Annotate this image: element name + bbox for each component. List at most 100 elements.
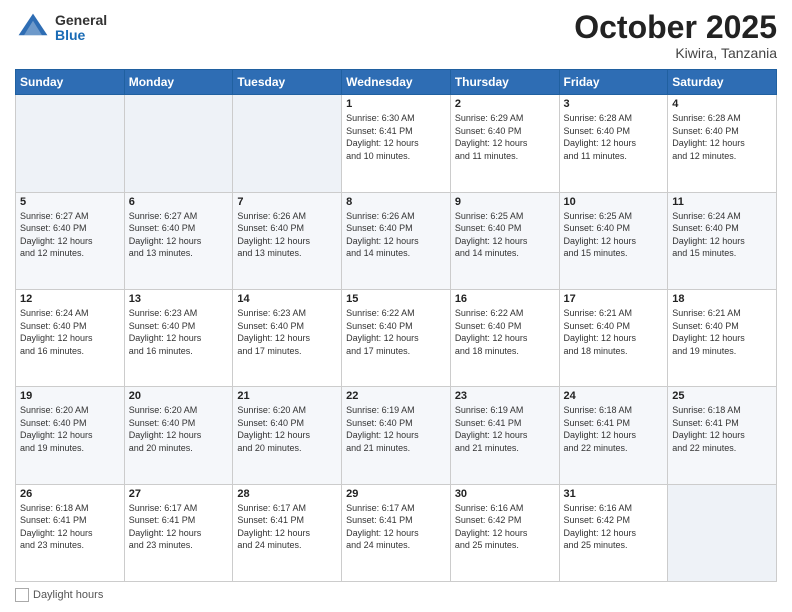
legend-box xyxy=(15,588,29,602)
day-number: 31 xyxy=(564,488,664,500)
day-number: 19 xyxy=(20,390,120,402)
month-title: October 2025 xyxy=(574,10,777,45)
day-number: 14 xyxy=(237,293,337,305)
title-area: October 2025 Kiwira, Tanzania xyxy=(574,10,777,61)
day-info: Sunrise: 6:18 AM Sunset: 6:41 PM Dayligh… xyxy=(20,502,120,552)
calendar-cell: 5Sunrise: 6:27 AM Sunset: 6:40 PM Daylig… xyxy=(16,192,125,289)
calendar-cell: 13 Sunrise: 6:23 AM Sunset: 6:40 PM Dayli… xyxy=(124,289,233,386)
day-number: 25 xyxy=(672,390,772,402)
day-info: Sunrise: 6:28 AM Sunset: 6:40 PM Dayligh… xyxy=(672,112,772,162)
day-number: 15 xyxy=(346,293,446,305)
footer-legend: Daylight hours xyxy=(15,588,103,602)
day-number: 28 xyxy=(237,488,337,500)
day-info: Sunrise: 6:16 AM Sunset: 6:42 PM Dayligh… xyxy=(564,502,664,552)
calendar-day-header: Sunday xyxy=(16,70,125,95)
day-number: 23 xyxy=(455,390,555,402)
day-number: 13 xyxy=(129,293,229,305)
legend-label: Daylight hours xyxy=(33,589,103,601)
day-info: Sunrise: 6:19 AM Sunset: 6:41 PM Dayligh… xyxy=(455,404,555,454)
day-number: 3 xyxy=(564,98,664,110)
calendar-cell xyxy=(124,95,233,192)
day-info: Sunrise: 6:23 AM Sunset: 6:40 PM Dayligh… xyxy=(237,307,337,357)
day-info: Sunrise: 6:25 AM Sunset: 6:40 PM Dayligh… xyxy=(455,210,555,260)
calendar-cell: 7 Sunrise: 6:26 AM Sunset: 6:40 PM Daylig… xyxy=(233,192,342,289)
calendar-cell: 27Sunrise: 6:17 AM Sunset: 6:41 PM Dayli… xyxy=(124,484,233,581)
day-info: Sunrise: 6:27 AM Sunset: 6:40 PM Dayligh… xyxy=(129,210,229,260)
day-number: 21 xyxy=(237,390,337,402)
day-number: 16 xyxy=(455,293,555,305)
day-info: Sunrise: 6:26 AM Sunset: 6:40 PM Dayligh… xyxy=(237,210,337,260)
calendar-week-row: 26 Sunrise: 6:18 AM Sunset: 6:41 PM Dayli… xyxy=(16,484,777,581)
footer: Daylight hours xyxy=(15,588,777,602)
day-number: 26 xyxy=(20,488,120,500)
calendar-week-row: 1Sunrise: 6:30 AM Sunset: 6:41 PM Daylig… xyxy=(16,95,777,192)
calendar-cell: 4 Sunrise: 6:28 AM Sunset: 6:40 PM Daylig… xyxy=(668,95,777,192)
calendar-day-header: Saturday xyxy=(668,70,777,95)
calendar-cell: 20 Sunrise: 6:20 AM Sunset: 6:40 PM Dayli… xyxy=(124,387,233,484)
calendar-cell: 17Sunrise: 6:21 AM Sunset: 6:40 PM Dayli… xyxy=(559,289,668,386)
day-info: Sunrise: 6:22 AM Sunset: 6:40 PM Dayligh… xyxy=(455,307,555,357)
calendar-table: SundayMondayTuesdayWednesdayThursdayFrid… xyxy=(15,69,777,582)
day-info: Sunrise: 6:23 AM Sunset: 6:40 PM Dayligh… xyxy=(129,307,229,357)
calendar-cell: 3Sunrise: 6:28 AM Sunset: 6:40 PM Daylig… xyxy=(559,95,668,192)
day-info: Sunrise: 6:18 AM Sunset: 6:41 PM Dayligh… xyxy=(564,404,664,454)
day-number: 20 xyxy=(129,390,229,402)
day-info: Sunrise: 6:30 AM Sunset: 6:41 PM Dayligh… xyxy=(346,112,446,162)
calendar-cell: 6 Sunrise: 6:27 AM Sunset: 6:40 PM Daylig… xyxy=(124,192,233,289)
logo-blue: Blue xyxy=(55,28,107,43)
calendar-cell: 15Sunrise: 6:22 AM Sunset: 6:40 PM Dayli… xyxy=(342,289,451,386)
calendar-cell: 12Sunrise: 6:24 AM Sunset: 6:40 PM Dayli… xyxy=(16,289,125,386)
calendar-day-header: Thursday xyxy=(450,70,559,95)
logo-icon xyxy=(15,10,51,46)
day-number: 29 xyxy=(346,488,446,500)
day-number: 27 xyxy=(129,488,229,500)
calendar-cell: 22Sunrise: 6:19 AM Sunset: 6:40 PM Dayli… xyxy=(342,387,451,484)
day-info: Sunrise: 6:21 AM Sunset: 6:40 PM Dayligh… xyxy=(672,307,772,357)
day-number: 8 xyxy=(346,196,446,208)
day-number: 7 xyxy=(237,196,337,208)
calendar-cell: 10 Sunrise: 6:25 AM Sunset: 6:40 PM Dayli… xyxy=(559,192,668,289)
calendar-cell: 31 Sunrise: 6:16 AM Sunset: 6:42 PM Dayli… xyxy=(559,484,668,581)
calendar-day-header: Friday xyxy=(559,70,668,95)
day-number: 10 xyxy=(564,196,664,208)
header: General Blue October 2025 Kiwira, Tanzan… xyxy=(15,10,777,61)
page: General Blue October 2025 Kiwira, Tanzan… xyxy=(0,0,792,612)
calendar-cell: 14 Sunrise: 6:23 AM Sunset: 6:40 PM Dayli… xyxy=(233,289,342,386)
calendar-cell: 21Sunrise: 6:20 AM Sunset: 6:40 PM Dayli… xyxy=(233,387,342,484)
day-info: Sunrise: 6:21 AM Sunset: 6:40 PM Dayligh… xyxy=(564,307,664,357)
calendar-cell: 8 Sunrise: 6:26 AM Sunset: 6:40 PM Daylig… xyxy=(342,192,451,289)
day-info: Sunrise: 6:26 AM Sunset: 6:40 PM Dayligh… xyxy=(346,210,446,260)
day-number: 30 xyxy=(455,488,555,500)
day-info: Sunrise: 6:27 AM Sunset: 6:40 PM Dayligh… xyxy=(20,210,120,260)
day-info: Sunrise: 6:25 AM Sunset: 6:40 PM Dayligh… xyxy=(564,210,664,260)
day-info: Sunrise: 6:24 AM Sunset: 6:40 PM Dayligh… xyxy=(20,307,120,357)
calendar-cell: 30 Sunrise: 6:16 AM Sunset: 6:42 PM Dayli… xyxy=(450,484,559,581)
calendar-cell: 19Sunrise: 6:20 AM Sunset: 6:40 PM Dayli… xyxy=(16,387,125,484)
day-number: 24 xyxy=(564,390,664,402)
day-number: 2 xyxy=(455,98,555,110)
calendar-cell: 28 Sunrise: 6:17 AM Sunset: 6:41 PM Dayli… xyxy=(233,484,342,581)
calendar-day-header: Tuesday xyxy=(233,70,342,95)
calendar-cell: 16 Sunrise: 6:22 AM Sunset: 6:40 PM Dayli… xyxy=(450,289,559,386)
calendar-cell: 1Sunrise: 6:30 AM Sunset: 6:41 PM Daylig… xyxy=(342,95,451,192)
calendar-cell: 29Sunrise: 6:17 AM Sunset: 6:41 PM Dayli… xyxy=(342,484,451,581)
calendar-cell: 2Sunrise: 6:29 AM Sunset: 6:40 PM Daylig… xyxy=(450,95,559,192)
day-number: 11 xyxy=(672,196,772,208)
day-info: Sunrise: 6:18 AM Sunset: 6:41 PM Dayligh… xyxy=(672,404,772,454)
calendar-week-row: 5Sunrise: 6:27 AM Sunset: 6:40 PM Daylig… xyxy=(16,192,777,289)
day-info: Sunrise: 6:16 AM Sunset: 6:42 PM Dayligh… xyxy=(455,502,555,552)
day-number: 6 xyxy=(129,196,229,208)
calendar-cell xyxy=(16,95,125,192)
calendar-cell: 9Sunrise: 6:25 AM Sunset: 6:40 PM Daylig… xyxy=(450,192,559,289)
day-info: Sunrise: 6:20 AM Sunset: 6:40 PM Dayligh… xyxy=(129,404,229,454)
calendar-day-header: Wednesday xyxy=(342,70,451,95)
day-number: 4 xyxy=(672,98,772,110)
day-info: Sunrise: 6:17 AM Sunset: 6:41 PM Dayligh… xyxy=(237,502,337,552)
calendar-cell: 26 Sunrise: 6:18 AM Sunset: 6:41 PM Dayli… xyxy=(16,484,125,581)
calendar-cell: 25 Sunrise: 6:18 AM Sunset: 6:41 PM Dayli… xyxy=(668,387,777,484)
day-number: 22 xyxy=(346,390,446,402)
calendar-cell: 18Sunrise: 6:21 AM Sunset: 6:40 PM Dayli… xyxy=(668,289,777,386)
logo-general: General xyxy=(55,13,107,28)
calendar-cell xyxy=(233,95,342,192)
day-info: Sunrise: 6:24 AM Sunset: 6:40 PM Dayligh… xyxy=(672,210,772,260)
